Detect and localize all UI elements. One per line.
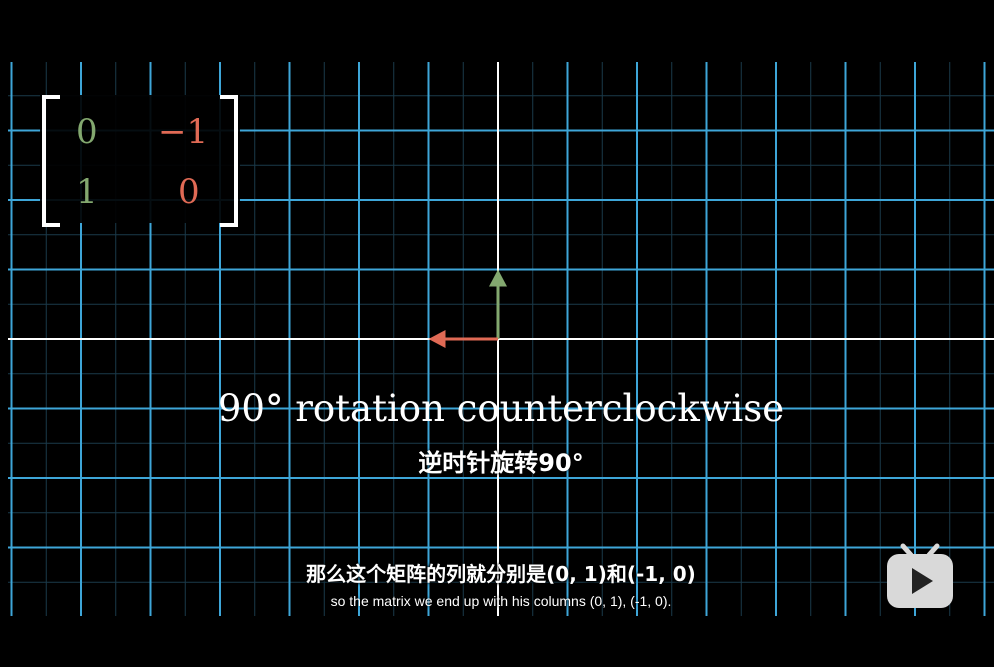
subtitle-chinese: 那么这个矩阵的列就分别是(0, 1)和(-1, 0) (306, 562, 696, 586)
video-frame: 0 1 −1 0 90° rotation counterclockwise 逆… (0, 0, 994, 667)
matrix-display: 0 1 −1 0 (40, 95, 240, 227)
matrix-left-bracket (42, 95, 60, 227)
subtitle-english: so the matrix we end up with his columns… (330, 593, 672, 609)
matrix-right-bracket (220, 95, 238, 227)
matrix-entry-r2c1: 1 (76, 172, 98, 212)
matrix-entry-r1c1: 0 (76, 112, 98, 152)
matrix-entry-r2c2: 0 (178, 172, 200, 212)
bilibili-tv-play-icon[interactable] (885, 542, 955, 610)
transformation-title-translation: 逆时针旋转90° (418, 449, 584, 477)
matrix-entry-r1c2: −1 (158, 112, 209, 152)
transformation-title: 90° rotation counterclockwise (217, 387, 785, 430)
i-hat-vector-arrowhead (489, 269, 507, 287)
j-hat-vector-arrowhead (428, 330, 446, 348)
video-canvas[interactable]: 0 1 −1 0 90° rotation counterclockwise 逆… (8, 62, 994, 616)
